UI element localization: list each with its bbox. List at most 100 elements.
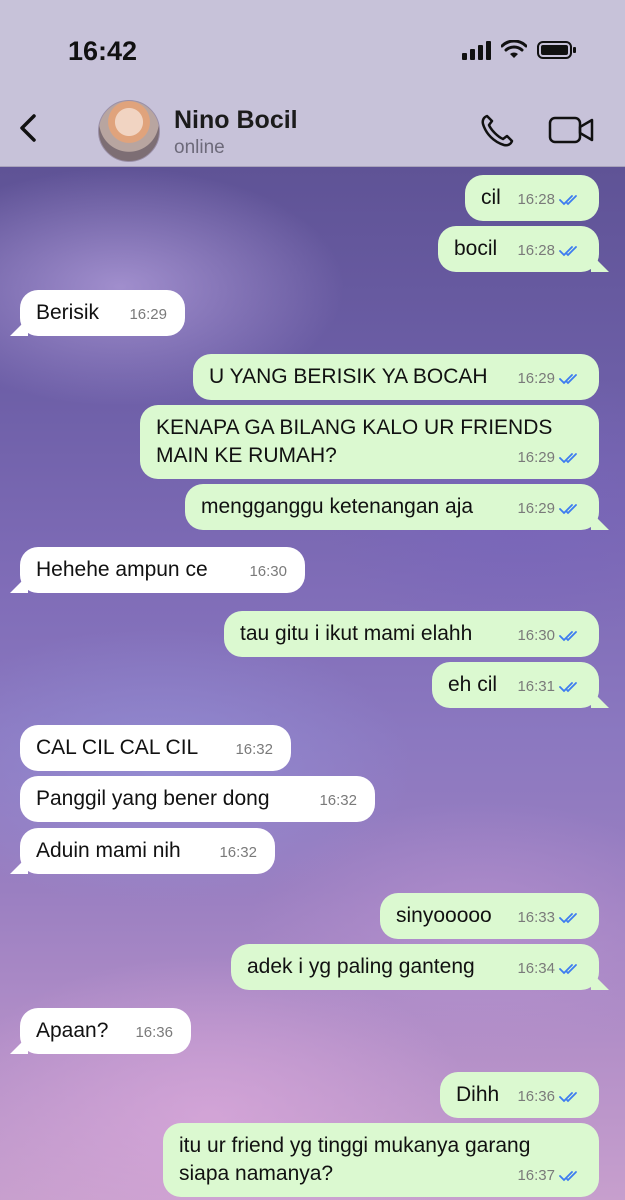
message-meta: 16:37	[517, 1162, 581, 1190]
message-text: adek i yg paling ganteng	[247, 955, 475, 978]
double-check-icon	[559, 631, 577, 642]
message-time: 16:30	[517, 627, 555, 644]
outgoing-message[interactable]: itu ur friend yg tinggi mukanya garang s…	[163, 1123, 599, 1197]
status-icons	[462, 40, 577, 60]
message-time: 16:32	[319, 792, 357, 809]
outgoing-message[interactable]: Dihh 16:36	[440, 1072, 599, 1118]
message-meta: 16:29	[129, 301, 167, 329]
incoming-message[interactable]: Hehehe ampun ce 16:30	[10, 547, 305, 593]
chat-header: Nino Bocil online	[0, 90, 625, 167]
message-time: 16:28	[517, 191, 555, 208]
chat-area[interactable]: cil 16:28 bocil 16:28 Berisik 16:29 U YANG BER…	[0, 167, 625, 1200]
incoming-message[interactable]: Apaan? 16:36	[10, 1008, 191, 1054]
wifi-icon	[501, 40, 527, 58]
status-time: 16:42	[68, 36, 138, 66]
double-check-icon	[559, 682, 577, 693]
double-check-icon	[559, 195, 577, 206]
message-text: Panggil yang bener dong	[36, 787, 270, 810]
message-meta: 16:36	[517, 1083, 581, 1111]
battery-icon	[537, 41, 576, 59]
outgoing-message[interactable]: tau gitu i ikut mami elahh 16:30	[224, 611, 599, 657]
outgoing-message[interactable]: bocil 16:28	[438, 226, 609, 272]
message-meta: 16:34	[517, 955, 581, 983]
double-check-icon	[559, 1092, 577, 1103]
message-meta: 16:32	[219, 839, 257, 867]
message-text: Dihh	[456, 1083, 500, 1106]
message-time: 16:29	[129, 306, 167, 323]
double-check-icon	[559, 964, 577, 975]
message-time: 16:30	[249, 563, 287, 580]
signal-icon	[462, 40, 491, 60]
double-check-icon	[559, 913, 577, 924]
message-meta: 16:30	[517, 622, 581, 650]
message-text: KENAPA GA BILANG KALO UR FRIENDS MAIN KE…	[156, 416, 553, 467]
outgoing-message[interactable]: eh cil 16:31	[432, 662, 609, 708]
outgoing-message[interactable]: mengganggu ketenangan aja 16:29	[185, 484, 609, 530]
bubble-tail	[591, 512, 609, 530]
message-meta: 16:36	[135, 1019, 173, 1047]
bubble-tail	[10, 575, 28, 593]
video-icon[interactable]	[548, 114, 594, 146]
avatar[interactable]	[98, 100, 160, 162]
message-meta: 16:30	[249, 558, 287, 586]
message-time: 16:28	[517, 242, 555, 259]
incoming-message[interactable]: Panggil yang bener dong 16:32	[20, 776, 375, 822]
message-meta: 16:32	[319, 787, 357, 815]
phone-icon[interactable]	[478, 112, 516, 150]
outgoing-message[interactable]: sinyooooo 16:33	[380, 893, 599, 939]
incoming-message[interactable]: Berisik 16:29	[10, 290, 185, 336]
message-time: 16:32	[235, 741, 273, 758]
message-time: 16:29	[517, 500, 555, 517]
message-time: 16:36	[517, 1088, 555, 1105]
message-time: 16:36	[135, 1024, 173, 1041]
incoming-message[interactable]: CAL CIL CAL CIL 16:32	[20, 725, 291, 771]
message-text: eh cil	[448, 673, 498, 696]
message-text: bocil	[454, 237, 498, 260]
message-text: Berisik	[36, 301, 100, 324]
message-meta: 16:29	[517, 444, 581, 472]
outgoing-message[interactable]: U YANG BERISIK YA BOCAH 16:29	[193, 354, 599, 400]
bubble-tail	[591, 254, 609, 272]
message-time: 16:31	[517, 678, 555, 695]
contact-name[interactable]: Nino Bocil	[174, 106, 298, 135]
message-time: 16:32	[219, 844, 257, 861]
message-text: U YANG BERISIK YA BOCAH	[209, 365, 488, 388]
message-time: 16:34	[517, 960, 555, 977]
message-time: 16:29	[517, 449, 555, 466]
message-meta: 16:29	[517, 365, 581, 393]
back-icon[interactable]	[12, 108, 44, 148]
status-bar: 16:42	[0, 0, 625, 90]
message-text: mengganggu ketenangan aja	[201, 495, 474, 518]
message-text: CAL CIL CAL CIL	[36, 736, 199, 759]
message-meta: 16:28	[517, 186, 581, 214]
message-meta: 16:28	[517, 237, 581, 265]
bubble-tail	[10, 856, 28, 874]
message-text: tau gitu i ikut mami elahh	[240, 622, 473, 645]
double-check-icon	[559, 453, 577, 464]
message-text: Aduin mami nih	[36, 839, 181, 862]
outgoing-message[interactable]: KENAPA GA BILANG KALO UR FRIENDS MAIN KE…	[140, 405, 599, 479]
double-check-icon	[559, 1171, 577, 1182]
message-time: 16:29	[517, 370, 555, 387]
incoming-message[interactable]: Aduin mami nih 16:32	[10, 828, 275, 874]
double-check-icon	[559, 246, 577, 257]
contact-status: online	[174, 137, 225, 158]
message-time: 16:37	[517, 1167, 555, 1184]
bubble-tail	[591, 690, 609, 708]
message-text: Apaan?	[36, 1019, 109, 1042]
outgoing-message[interactable]: cil 16:28	[465, 175, 599, 221]
double-check-icon	[559, 504, 577, 515]
message-meta: 16:32	[235, 736, 273, 764]
bubble-tail	[10, 318, 28, 336]
double-check-icon	[559, 374, 577, 385]
message-text: cil	[481, 186, 501, 209]
message-text: itu ur friend yg tinggi mukanya garang s…	[179, 1134, 531, 1185]
bubble-tail	[10, 1036, 28, 1054]
bubble-tail	[591, 972, 609, 990]
message-text: sinyooooo	[396, 904, 492, 927]
message-meta: 16:31	[517, 673, 581, 701]
message-time: 16:33	[517, 909, 555, 926]
outgoing-message[interactable]: adek i yg paling ganteng 16:34	[231, 944, 609, 990]
message-meta: 16:33	[517, 904, 581, 932]
message-text: Hehehe ampun ce	[36, 558, 208, 581]
